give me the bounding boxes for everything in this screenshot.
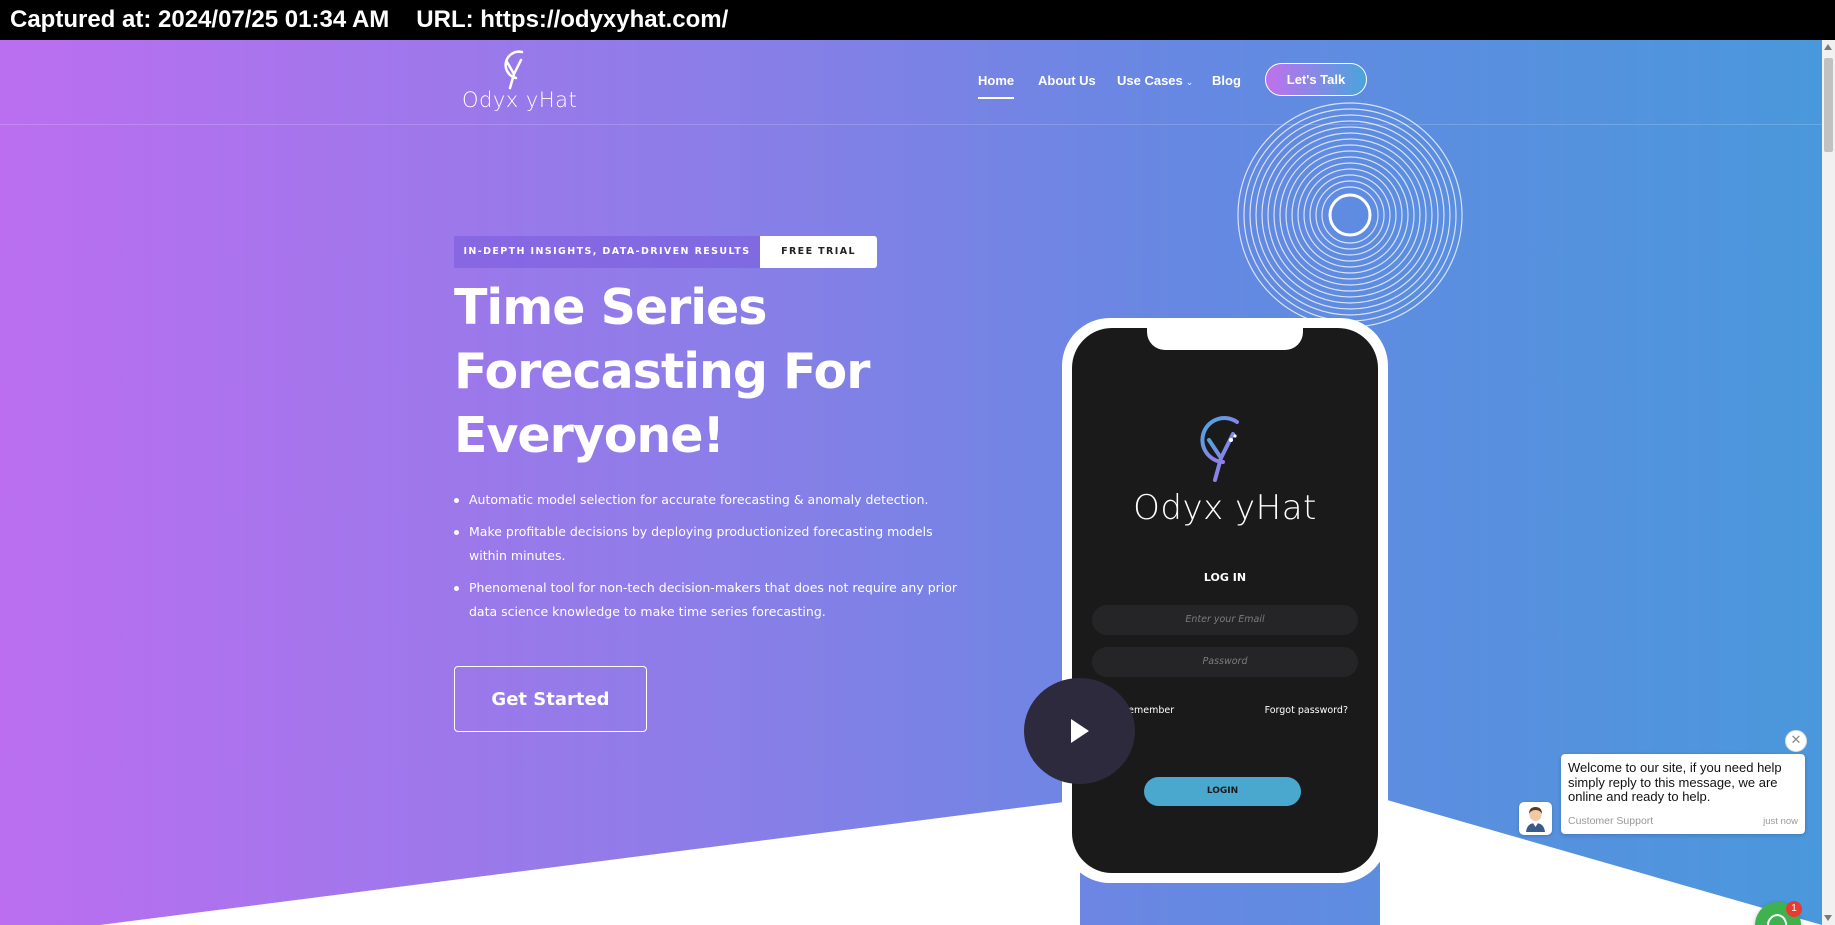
close-icon[interactable]: ✕: [1785, 730, 1807, 752]
login-heading: LOG IN: [1203, 571, 1247, 584]
hero-title: Time Series Forecasting For Everyone!: [454, 276, 974, 468]
capture-bar: Captured at: 2024/07/25 01:34 AM URL: htt…: [0, 0, 1835, 40]
scroll-down-icon[interactable]: [1824, 915, 1832, 921]
login-button: LOGIN: [1144, 777, 1301, 806]
chat-sender: Customer Support: [1568, 815, 1654, 827]
hero-title-line: Time Series: [454, 279, 767, 336]
chevron-down-icon: ⌄: [1185, 77, 1194, 87]
chat-message-bubble[interactable]: Welcome to our site, if you need help si…: [1561, 754, 1805, 834]
lets-talk-button[interactable]: Let's Talk: [1265, 63, 1367, 96]
nav-about-us[interactable]: About Us: [1038, 73, 1096, 97]
capture-url: URL: https://odyxyhat.com/: [416, 6, 729, 33]
hero-title-line: Forecasting For: [454, 343, 870, 400]
password-field: Password: [1092, 647, 1358, 677]
feature-item: Phenomenal tool for non-tech decision-ma…: [454, 576, 974, 624]
logo-text: Odyx yHat: [462, 88, 578, 112]
play-video-button[interactable]: [1024, 678, 1135, 784]
chat-message-text: Welcome to our site, if you need help si…: [1568, 760, 1782, 804]
feature-item: Make profitable decisions by deploying p…: [454, 520, 974, 568]
page-viewport: Odyx yHat Home About Us Use Cases ⌄ Blog …: [0, 40, 1822, 925]
capture-timestamp: Captured at: 2024/07/25 01:34 AM: [10, 6, 390, 33]
hero-tagline: IN-DEPTH INSIGHTS, DATA-DRIVEN RESULTS: [454, 236, 760, 268]
site-logo[interactable]: Odyx yHat: [462, 46, 582, 114]
app-logo-icon: [1200, 416, 1239, 482]
nav-home[interactable]: Home: [978, 73, 1015, 99]
logo-mark-icon: [504, 50, 524, 90]
scroll-up-icon[interactable]: [1824, 44, 1832, 50]
nav-blog-label: Blog: [1212, 73, 1241, 88]
phone-notch: [1147, 328, 1303, 350]
hero-feature-list: Automatic model selection for accurate f…: [454, 488, 974, 632]
phone-mockup: Odyx yHat LOG IN Enter your Email Passwo…: [1062, 318, 1388, 883]
chat-timestamp: just now: [1763, 816, 1798, 827]
nav-home-label: Home: [978, 73, 1015, 88]
nav-use-cases-label: Use Cases: [1117, 73, 1183, 88]
chat-icon: [1767, 913, 1788, 925]
get-started-button[interactable]: Get Started: [454, 666, 647, 732]
nav-use-cases[interactable]: Use Cases ⌄: [1117, 73, 1193, 97]
feature-item: Automatic model selection for accurate f…: [454, 488, 974, 512]
unread-badge: 1: [1786, 901, 1802, 917]
free-trial-button[interactable]: FREE TRIAL: [760, 236, 877, 268]
scrollbar-thumb[interactable]: [1824, 58, 1833, 152]
email-field: Enter your Email: [1092, 605, 1358, 635]
page-scrollbar[interactable]: [1822, 40, 1835, 925]
hero-title-line: Everyone!: [454, 407, 725, 464]
app-logo-text: Odyx yHat: [1133, 488, 1317, 528]
nav-about-us-label: About Us: [1038, 73, 1096, 88]
nav-blog[interactable]: Blog: [1212, 73, 1241, 97]
phone-screen: Odyx yHat LOG IN Enter your Email Passwo…: [1072, 328, 1378, 873]
decorative-rings: [1237, 102, 1463, 328]
section-divider-wedge: [100, 798, 1822, 925]
header-divider: [0, 124, 1822, 125]
support-avatar: [1519, 802, 1552, 835]
support-agent-icon: [1526, 807, 1545, 832]
forgot-password-link: Forgot password?: [1264, 705, 1348, 716]
